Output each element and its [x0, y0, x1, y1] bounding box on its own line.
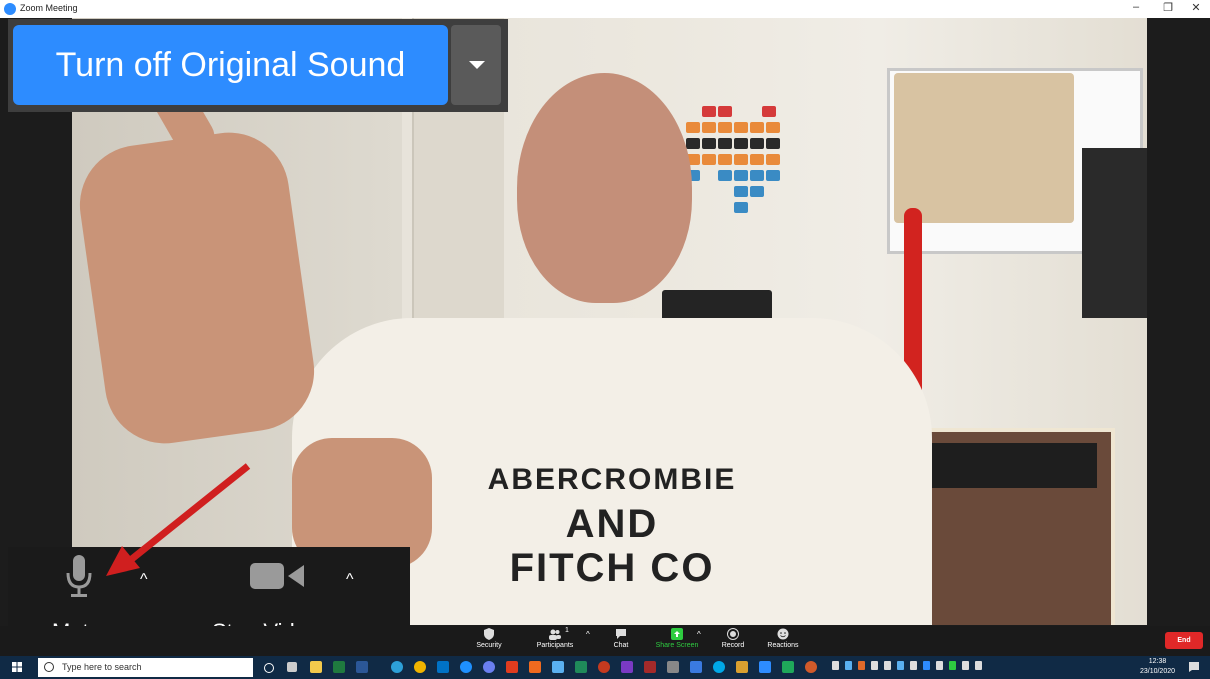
tray-icon-3[interactable]: [871, 661, 878, 670]
tray-icon-2[interactable]: [858, 661, 865, 670]
taskbar-search-box[interactable]: Type here to search: [38, 658, 253, 677]
raised-arm: [72, 124, 322, 452]
turn-off-original-sound-button[interactable]: Turn off Original Sound: [13, 25, 448, 105]
shirt-line-1: ABERCROMBIE: [487, 463, 737, 496]
hanging-bag: [894, 73, 1074, 223]
reactions-button[interactable]: Reactions: [753, 628, 813, 649]
video-options-caret[interactable]: ^: [346, 571, 354, 589]
chat-label: Chat: [613, 642, 629, 649]
search-icon: [44, 662, 54, 672]
restore-button[interactable]: ❐: [1158, 1, 1178, 14]
clock-date: 23/10/2020: [1139, 668, 1176, 675]
tray-icon-8[interactable]: [936, 661, 943, 670]
app-icon-5[interactable]: [736, 661, 748, 673]
zoom-app-icon: [4, 3, 16, 15]
excel-icon[interactable]: [333, 661, 345, 673]
shield-icon: [484, 628, 494, 640]
close-button[interactable]: ✕: [1186, 1, 1206, 14]
publisher-icon[interactable]: [575, 661, 587, 673]
powerpoint-icon[interactable]: [598, 661, 610, 673]
title-bar: Zoom Meeting – ❐ ✕: [0, 0, 1210, 18]
search-placeholder: Type here to search: [62, 662, 142, 672]
reactions-label: Reactions: [767, 642, 799, 649]
record-label: Record: [721, 642, 745, 649]
edge-icon[interactable]: [391, 661, 403, 673]
windows-taskbar: Type here to search 12:38 23/10/2020: [0, 656, 1210, 679]
dark-equipment: [1082, 148, 1147, 318]
sticky-notes: [682, 106, 782, 226]
word-icon[interactable]: [356, 661, 368, 673]
red-arrow-annotation: [106, 463, 251, 576]
clock-time: 12:38: [1148, 658, 1167, 665]
chat-button[interactable]: Chat: [591, 628, 651, 649]
tray-icon-4[interactable]: [884, 661, 891, 670]
tray-icon-6[interactable]: [910, 661, 917, 670]
app-icon-6[interactable]: [782, 661, 794, 673]
participants-icon: [549, 629, 561, 640]
record-icon: [727, 628, 739, 640]
onenote-icon[interactable]: [621, 661, 633, 673]
minimize-button[interactable]: –: [1126, 1, 1146, 13]
shirt-line-3: FITCH CO: [509, 546, 715, 590]
chat-icon: [616, 629, 626, 639]
window-title: Zoom Meeting: [20, 3, 78, 13]
shirt-line-2: AND: [565, 502, 659, 546]
app-icon-3[interactable]: [552, 661, 564, 673]
original-sound-callout: Turn off Original Sound: [8, 19, 508, 112]
wifi-icon[interactable]: [962, 661, 969, 670]
security-button[interactable]: Security: [459, 628, 519, 649]
app-icon-1[interactable]: [483, 661, 495, 673]
outlook-icon[interactable]: [437, 661, 449, 673]
tray-icon-7[interactable]: [923, 661, 930, 670]
end-meeting-button[interactable]: End: [1165, 632, 1203, 649]
tray-icon-1[interactable]: [845, 661, 852, 670]
participants-count: 1: [565, 627, 569, 634]
dropbox-icon[interactable]: [690, 661, 702, 673]
tray-icon-9[interactable]: [949, 661, 956, 670]
volume-icon[interactable]: [975, 661, 982, 670]
person-head: [517, 73, 692, 303]
app-icon-2[interactable]: [529, 661, 541, 673]
app-icon-4[interactable]: [667, 661, 679, 673]
zoom-taskbar-icon[interactable]: [759, 661, 771, 673]
share-screen-caret[interactable]: ^: [697, 630, 701, 639]
shirt-print: ABERCROMBIE AND FITCH CO: [452, 458, 772, 590]
taskbar-clock[interactable]: 12:38 23/10/2020: [1135, 657, 1180, 677]
smiley-icon: [777, 628, 789, 640]
firefox-icon[interactable]: [460, 661, 472, 673]
office-icon[interactable]: [506, 661, 518, 673]
original-sound-dropdown[interactable]: [451, 25, 501, 105]
notifications-icon[interactable]: [1188, 661, 1200, 673]
windows-start-icon[interactable]: [12, 662, 22, 672]
app-icon-7[interactable]: [805, 661, 817, 673]
tray-chevron-icon[interactable]: [832, 661, 839, 670]
tray-icon-5[interactable]: [897, 661, 904, 670]
share-screen-icon: [671, 628, 683, 640]
participants-label: Participants: [536, 642, 574, 649]
microphone-icon[interactable]: [66, 555, 92, 599]
caret-down-icon: [469, 61, 485, 69]
chrome-icon[interactable]: [414, 661, 426, 673]
cortana-icon[interactable]: [264, 663, 274, 673]
participants-caret[interactable]: ^: [586, 630, 590, 639]
file-explorer-icon[interactable]: [310, 661, 322, 673]
task-view-icon[interactable]: [287, 662, 297, 672]
share-screen-label: Share Screen: [655, 642, 699, 649]
participants-button[interactable]: Participants: [525, 628, 585, 649]
meeting-toolbar: Security Participants 1 ^ Chat Share Scr…: [0, 626, 1210, 656]
amplifier-panel: [927, 443, 1097, 488]
security-label: Security: [476, 642, 502, 649]
access-icon[interactable]: [644, 661, 656, 673]
skype-icon[interactable]: [713, 661, 725, 673]
